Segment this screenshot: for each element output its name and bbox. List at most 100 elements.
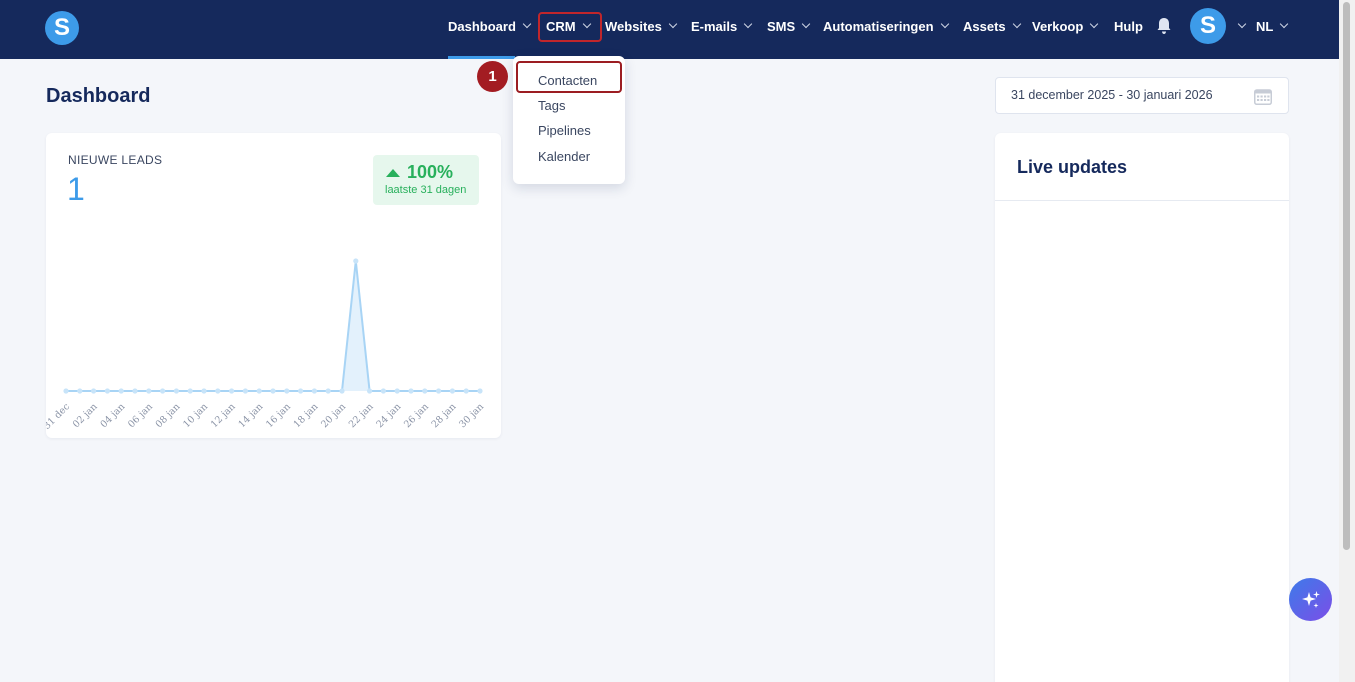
dropdown-item-kalender[interactable]: Kalender — [538, 149, 590, 164]
page-title: Dashboard — [46, 85, 151, 107]
chart-point[interactable] — [463, 388, 469, 394]
chart-point[interactable] — [118, 388, 124, 394]
page-scrollbar[interactable] — [1339, 0, 1355, 682]
chart-point[interactable] — [449, 388, 455, 394]
user-avatar[interactable]: S — [1190, 8, 1226, 44]
step-badge: 1 — [477, 61, 508, 92]
brand-logo[interactable]: S — [45, 11, 79, 45]
sparkle-icon — [1301, 590, 1320, 608]
x-tick-label: 02 jan — [71, 401, 100, 430]
date-range-label: 31 december 2025 - 30 januari 2026 — [1011, 88, 1213, 102]
chart-point[interactable] — [173, 388, 179, 394]
nav-item-label: Websites — [605, 18, 662, 34]
nav-item-label: Assets — [963, 18, 1006, 34]
chart-point[interactable] — [422, 388, 428, 394]
nav-active-indicator — [448, 56, 515, 59]
nav-item-assets[interactable]: Assets — [963, 0, 1021, 52]
chart-point[interactable] — [187, 388, 193, 394]
nav-item-verkoop[interactable]: Verkoop — [1032, 0, 1099, 52]
nav-item-emails[interactable]: E-mails — [691, 0, 753, 52]
chevron-down-icon — [522, 19, 532, 29]
language-selector[interactable]: NL — [1256, 0, 1289, 52]
chart-point[interactable] — [63, 388, 69, 394]
nav-item-label: E-mails — [691, 18, 738, 34]
user-menu-chevron[interactable] — [1231, 0, 1247, 52]
chart-point[interactable] — [229, 388, 235, 394]
x-tick-label: 06 jan — [126, 401, 155, 430]
ai-assistant-button[interactable] — [1289, 578, 1332, 621]
chart-point[interactable] — [380, 388, 386, 394]
x-tick-label: 28 jan — [430, 401, 459, 430]
live-updates-title: Live updates — [1017, 157, 1128, 177]
chart-point[interactable] — [394, 388, 400, 394]
scrollbar-thumb[interactable] — [1343, 2, 1350, 550]
x-tick-label: 12 jan — [209, 401, 238, 430]
chart-point[interactable] — [215, 388, 221, 394]
chevron-down-icon — [801, 19, 811, 29]
contacten-highlight-box — [516, 61, 622, 93]
crm-highlight-box — [538, 12, 602, 42]
chart-point[interactable] — [77, 388, 83, 394]
x-tick-label: 16 jan — [264, 401, 293, 430]
chart-point[interactable] — [242, 388, 248, 394]
chart-point[interactable] — [298, 388, 304, 394]
chevron-down-icon — [668, 19, 678, 29]
chevron-down-icon — [744, 19, 753, 29]
nav-item-sms[interactable]: SMS — [767, 0, 811, 52]
chart-point[interactable] — [367, 388, 373, 394]
dropdown-item-tags[interactable]: Tags — [538, 98, 565, 113]
leads-chart: 31 dec02 jan04 jan06 jan08 jan10 jan12 j… — [46, 258, 486, 432]
live-updates-card: Live updates — [995, 133, 1289, 682]
chart-point[interactable] — [339, 388, 345, 394]
nav-item-hulp[interactable]: Hulp — [1114, 0, 1143, 52]
bell-icon[interactable] — [1156, 17, 1172, 35]
nav-item-websites[interactable]: Websites — [605, 0, 678, 52]
top-navbar: S Dashboard CRM Websites E-mails SMS Aut… — [0, 0, 1339, 59]
nav-item-label: Dashboard — [448, 18, 516, 34]
chart-line — [66, 260, 480, 392]
chart-point[interactable] — [325, 388, 331, 394]
chart-area — [66, 261, 480, 391]
chart-point[interactable] — [160, 388, 166, 394]
x-tick-label: 30 jan — [457, 401, 486, 430]
x-tick-label: 22 jan — [347, 401, 376, 430]
calendar-icon — [1254, 89, 1272, 105]
x-tick-label: 26 jan — [402, 401, 431, 430]
chevron-down-icon — [940, 19, 949, 29]
date-range-picker[interactable]: 31 december 2025 - 30 januari 2026 — [995, 77, 1289, 114]
x-tick-label: 18 jan — [292, 401, 321, 430]
nav-item-dashboard[interactable]: Dashboard — [448, 0, 532, 52]
chart-point[interactable] — [270, 388, 276, 394]
x-tick-label: 10 jan — [181, 401, 210, 430]
chevron-down-icon — [1012, 19, 1021, 29]
nav-item-label: Automatiseringen — [823, 18, 934, 34]
chevron-down-icon — [1090, 19, 1099, 29]
new-leads-card: NIEUWE LEADS 1 100% laatste 31 dagen 31 … — [46, 133, 501, 438]
chart-point[interactable] — [104, 388, 110, 394]
chart-point[interactable] — [436, 388, 442, 394]
x-tick-label: 08 jan — [154, 401, 183, 430]
divider — [995, 200, 1289, 201]
chart-point[interactable] — [311, 388, 317, 394]
chart-point[interactable] — [132, 388, 138, 394]
language-label: NL — [1256, 18, 1274, 34]
chart-point[interactable] — [91, 388, 97, 394]
chart-point[interactable] — [353, 258, 359, 264]
x-tick-label: 24 jan — [374, 401, 403, 430]
x-tick-label: 31 dec — [46, 401, 72, 432]
chart-point[interactable] — [408, 388, 414, 394]
x-tick-label: 20 jan — [319, 401, 348, 430]
x-tick-label: 14 jan — [236, 401, 265, 430]
nav-item-label: Verkoop — [1032, 18, 1084, 34]
dropdown-item-pipelines[interactable]: Pipelines — [538, 123, 591, 138]
nav-item-label: Hulp — [1114, 18, 1143, 34]
nav-item-automatiseringen[interactable]: Automatiseringen — [823, 0, 949, 52]
chart-point[interactable] — [201, 388, 207, 394]
chevron-down-icon — [1280, 19, 1289, 29]
x-tick-label: 04 jan — [98, 401, 127, 430]
chevron-down-icon — [1237, 19, 1247, 29]
chart-point[interactable] — [477, 388, 483, 394]
chart-point[interactable] — [284, 388, 290, 394]
chart-point[interactable] — [256, 388, 262, 394]
chart-point[interactable] — [146, 388, 152, 394]
